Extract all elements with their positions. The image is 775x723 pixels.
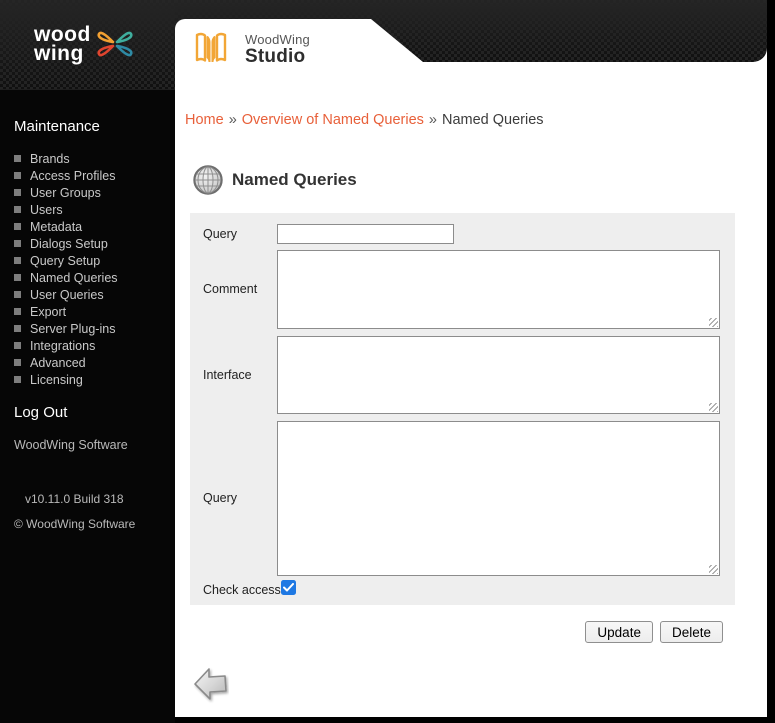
sidebar-item-users[interactable]: Users	[0, 201, 175, 218]
sidebar-item-user-queries[interactable]: User Queries	[0, 286, 175, 303]
woodwing-butterfly-icon	[97, 31, 133, 57]
copyright-label: © WoodWing Software	[14, 517, 136, 531]
studio-book-icon	[195, 32, 227, 62]
version-label: v10.11.0 Build 318	[25, 492, 124, 506]
menu-bullet-icon	[14, 376, 21, 383]
sidebar-menu: Brands Access Profiles User Groups Users…	[0, 150, 175, 388]
comment-textarea[interactable]	[277, 250, 720, 329]
sidebar-item-access-profiles[interactable]: Access Profiles	[0, 167, 175, 184]
menu-bullet-icon	[14, 274, 21, 281]
breadcrumb-home-link[interactable]: Home	[185, 112, 224, 128]
check-access-label: Check access	[203, 583, 281, 597]
menu-bullet-icon	[14, 308, 21, 315]
sidebar-item-query-setup[interactable]: Query Setup	[0, 252, 175, 269]
back-arrow-icon[interactable]	[193, 665, 229, 705]
sidebar-item-dialogs-setup[interactable]: Dialogs Setup	[0, 235, 175, 252]
sidebar-item-brands[interactable]: Brands	[0, 150, 175, 167]
breadcrumb-separator: »	[228, 112, 237, 128]
menu-bullet-icon	[14, 155, 21, 162]
page-title: Named Queries	[232, 170, 357, 189]
log-out-link[interactable]: Log Out	[14, 404, 67, 421]
menu-title: Maintenance	[14, 118, 100, 135]
interface-textarea[interactable]	[277, 336, 720, 414]
breadcrumb-separator: »	[428, 112, 437, 128]
globe-icon	[193, 165, 223, 195]
comment-label: Comment	[203, 282, 258, 296]
query-name-input[interactable]	[277, 224, 454, 244]
sidebar-logo-block: wood wing	[0, 0, 175, 90]
query-sql-textarea[interactable]	[277, 421, 720, 576]
woodwing-logo-text: wood wing	[34, 23, 91, 65]
menu-bullet-icon	[14, 206, 21, 213]
query-name-label: Query	[203, 227, 238, 241]
sidebar-item-named-queries[interactable]: Named Queries	[0, 269, 175, 286]
breadcrumb-current: Named Queries	[441, 112, 544, 128]
delete-button[interactable]: Delete	[659, 621, 723, 643]
breadcrumb: Home» Overview of Named Queries» Named Que…	[185, 112, 544, 128]
menu-bullet-icon	[14, 342, 21, 349]
query-sql-label: Query	[203, 491, 238, 505]
main-content: WoodWing Studio Home» Overview of Named Q…	[175, 0, 767, 717]
app-window: wood wing Maintenance Brands Access Prof…	[0, 0, 775, 723]
sidebar: wood wing Maintenance Brands Access Prof…	[0, 0, 175, 723]
menu-bullet-icon	[14, 189, 21, 196]
studio-product-label: Studio	[245, 46, 306, 67]
menu-bullet-icon	[14, 291, 21, 298]
woodwing-logo: wood wing	[34, 23, 135, 65]
menu-bullet-icon	[14, 240, 21, 247]
company-label: WoodWing Software	[14, 438, 128, 452]
sidebar-item-server-plug-ins[interactable]: Server Plug-ins	[0, 320, 175, 337]
update-button[interactable]: Update	[585, 621, 653, 643]
page-title-row: Named Queries	[193, 165, 357, 195]
sidebar-item-user-groups[interactable]: User Groups	[0, 184, 175, 201]
sidebar-item-integrations[interactable]: Integrations	[0, 337, 175, 354]
named-query-form-panel: Query Comment Interface Query Check acce…	[190, 213, 735, 605]
sidebar-item-export[interactable]: Export	[0, 303, 175, 320]
sidebar-item-metadata[interactable]: Metadata	[0, 218, 175, 235]
menu-bullet-icon	[14, 325, 21, 332]
interface-label: Interface	[203, 368, 252, 382]
menu-bullet-icon	[14, 223, 21, 230]
check-access-checkbox[interactable]	[281, 580, 296, 595]
breadcrumb-overview-link[interactable]: Overview of Named Queries	[242, 112, 424, 128]
menu-bullet-icon	[14, 359, 21, 366]
menu-bullet-icon	[14, 172, 21, 179]
sidebar-item-advanced[interactable]: Advanced	[0, 354, 175, 371]
menu-bullet-icon	[14, 257, 21, 264]
sidebar-item-licensing[interactable]: Licensing	[0, 371, 175, 388]
studio-brand-label: WoodWing	[245, 32, 310, 47]
form-actions: Update Delete	[175, 621, 723, 643]
check-icon	[283, 583, 294, 592]
